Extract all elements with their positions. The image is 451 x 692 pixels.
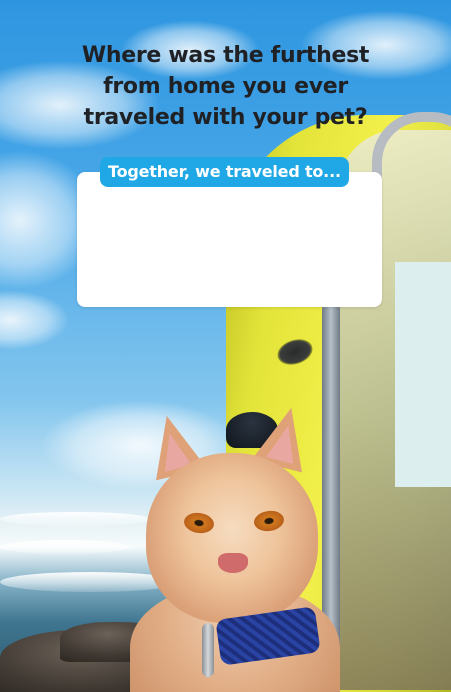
prompt-label: Together, we traveled to... [100,157,349,187]
side-panel [395,262,451,487]
story-page: Where was the furthest from home you eve… [0,0,451,692]
answer-card[interactable] [77,172,382,307]
story-question: Where was the furthest from home you eve… [81,43,370,130]
cat-tag [202,623,214,677]
cat [130,401,340,692]
answer-input[interactable] [89,196,370,296]
